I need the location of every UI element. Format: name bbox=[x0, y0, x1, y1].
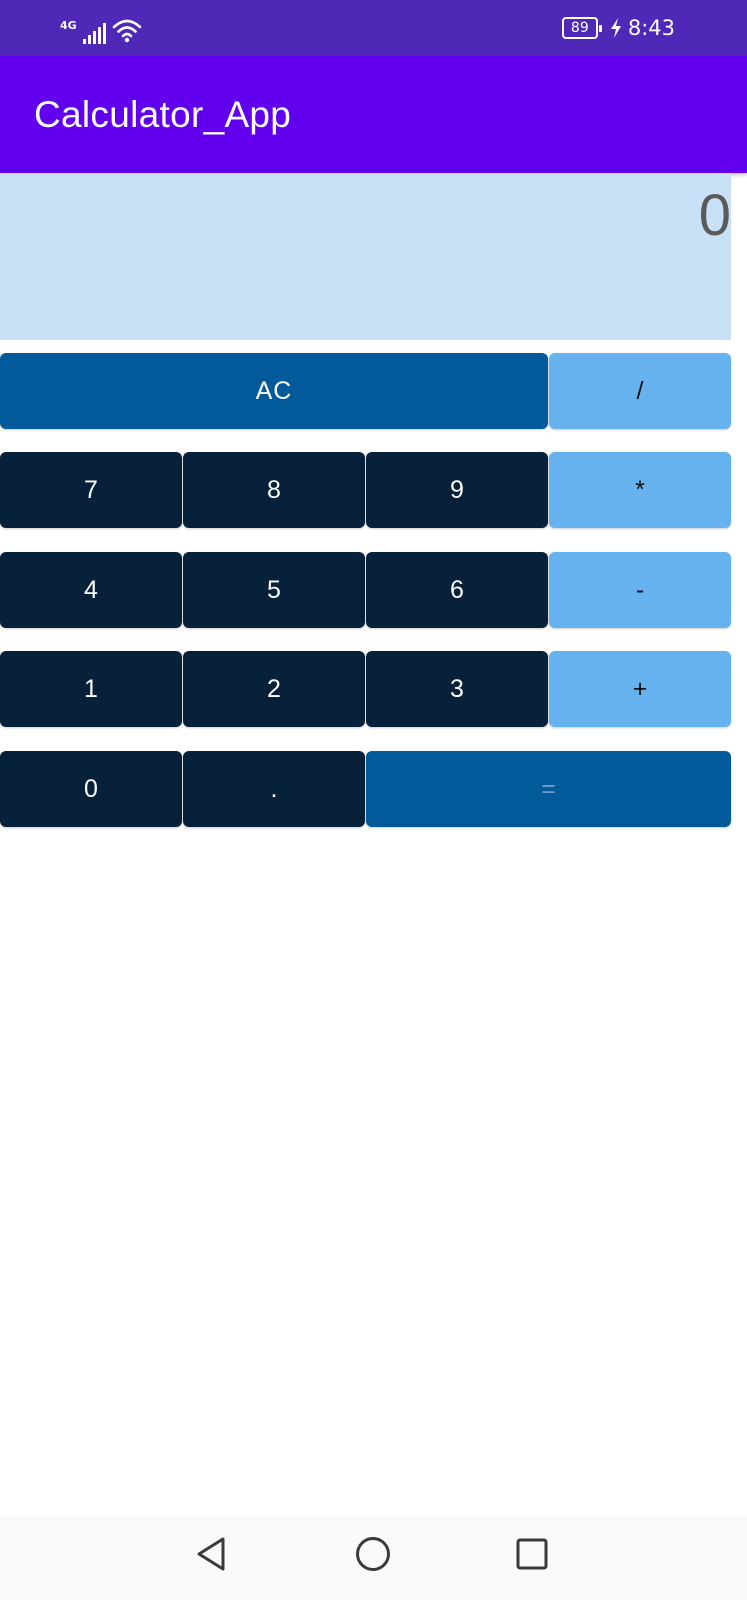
battery-level: 89 bbox=[570, 20, 589, 36]
result-display: 0 bbox=[0, 173, 731, 340]
battery-icon: 89 bbox=[561, 17, 602, 39]
digit-6-button[interactable]: 6 bbox=[366, 552, 548, 628]
divide-button[interactable]: / bbox=[549, 353, 731, 429]
navigation-bar bbox=[0, 1516, 747, 1600]
home-icon[interactable] bbox=[353, 1534, 393, 1574]
status-right: 89 8:43 bbox=[561, 16, 675, 40]
network-type: 4G bbox=[60, 19, 77, 32]
multiply-button[interactable]: * bbox=[549, 452, 731, 528]
digit-9-button[interactable]: 9 bbox=[366, 452, 548, 528]
digit-2-button[interactable]: 2 bbox=[183, 651, 365, 727]
add-button[interactable]: + bbox=[549, 651, 731, 727]
app-title: Calculator_App bbox=[34, 94, 292, 135]
digit-3-button[interactable]: 3 bbox=[366, 651, 548, 727]
digit-7-button[interactable]: 7 bbox=[0, 452, 182, 528]
decimal-button[interactable]: . bbox=[183, 751, 365, 827]
status-time: 8:43 bbox=[627, 16, 675, 40]
digit-5-button[interactable]: 5 bbox=[183, 552, 365, 628]
digit-8-button[interactable]: 8 bbox=[183, 452, 365, 528]
digit-4-button[interactable]: 4 bbox=[0, 552, 182, 628]
calculator-screen: 4G 89 8:43 Calculator_App 0 AC / 7 8 9 *… bbox=[0, 0, 747, 1600]
display-value: 0 bbox=[698, 183, 731, 248]
equals-button[interactable]: = bbox=[366, 751, 731, 827]
status-bar: 4G 89 8:43 bbox=[0, 0, 747, 56]
recents-icon[interactable] bbox=[512, 1534, 552, 1574]
clear-button[interactable]: AC bbox=[0, 353, 548, 429]
digit-0-button[interactable]: 0 bbox=[0, 751, 182, 827]
charging-bolt-icon bbox=[610, 18, 621, 38]
back-icon[interactable] bbox=[193, 1534, 233, 1574]
signal-icon bbox=[82, 22, 106, 44]
app-bar: Calculator_App bbox=[0, 56, 747, 173]
digit-1-button[interactable]: 1 bbox=[0, 651, 182, 727]
wifi-icon bbox=[112, 19, 141, 43]
status-left: 4G bbox=[60, 14, 142, 44]
subtract-button[interactable]: - bbox=[549, 552, 731, 628]
